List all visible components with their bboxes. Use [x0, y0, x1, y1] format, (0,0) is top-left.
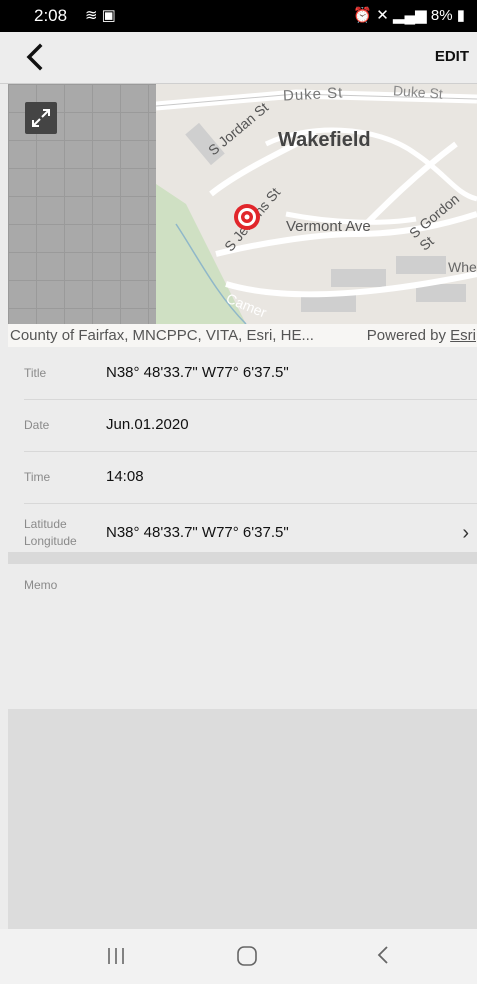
latlong-value: N38° 48'33.7" W77° 6'37.5": [106, 524, 289, 541]
battery-icon: ▮: [456, 7, 465, 24]
home-icon[interactable]: [236, 945, 258, 967]
map-label-duke-st: Duke St: [282, 84, 344, 105]
signal-icon: ▂▄▆: [393, 7, 427, 24]
powered-by-label: Powered by: [366, 327, 446, 344]
map-label-vermont-ave: Vermont Ave: [286, 218, 371, 235]
map-canvas: [156, 84, 477, 324]
map-view[interactable]: Duke St Duke St Wakefield S Jordan St S …: [8, 84, 477, 347]
app-bar: EDIT: [0, 32, 477, 84]
location-marker-icon: [234, 204, 260, 230]
map-attribution: County of Fairfax, MNCPPC, VITA, Esri, H…: [8, 324, 477, 347]
latitude-label: Latitude: [24, 517, 67, 531]
memo-label: Memo: [24, 578, 58, 592]
chevron-left-icon: [26, 43, 43, 71]
date-label: Date: [24, 418, 50, 432]
alarm-icon: ⏰: [353, 7, 373, 24]
mute-icon: ✕: [376, 7, 389, 24]
time-value: 14:08: [106, 468, 144, 485]
memo-section[interactable]: Memo: [8, 564, 477, 709]
longitude-label: Longitude: [24, 534, 77, 548]
title-row: Title N38° 48'33.7" W77° 6'37.5": [24, 348, 477, 400]
map-tiles-loading: [8, 84, 156, 324]
details-list: Title N38° 48'33.7" W77° 6'37.5" Date Ju…: [8, 348, 477, 562]
battery-percent: 8%: [430, 7, 453, 24]
expand-icon: [32, 109, 50, 127]
status-left-icons: ≋▣: [85, 6, 120, 24]
map-label-wakefield: Wakefield: [278, 129, 371, 151]
wifi-hotspot-icon: ≋: [85, 7, 102, 24]
time-label: Time: [24, 470, 51, 484]
status-time: 2:08: [34, 6, 68, 25]
map-label-wh: Whe: [448, 259, 477, 275]
latlong-label: Latitude Longitude: [24, 516, 77, 550]
title-value: N38° 48'33.7" W77° 6'37.5": [106, 364, 289, 381]
empty-area: [8, 709, 477, 929]
back-button[interactable]: [20, 40, 54, 74]
recent-apps-icon[interactable]: [105, 945, 127, 967]
section-divider: [8, 552, 477, 564]
status-right: ⏰ ✕ ▂▄▆ 8% ▮: [353, 6, 465, 24]
powered-by: Powered by Esri: [367, 327, 476, 344]
esri-link[interactable]: Esri: [450, 327, 476, 344]
time-row: Time 14:08: [24, 452, 477, 504]
nav-back-icon[interactable]: [372, 943, 394, 967]
system-nav-bar: [0, 929, 477, 984]
expand-button[interactable]: [25, 102, 57, 134]
date-row: Date Jun.01.2020: [24, 400, 477, 452]
attribution-text: County of Fairfax, MNCPPC, VITA, Esri, H…: [10, 327, 314, 344]
edit-button[interactable]: EDIT: [435, 48, 469, 65]
chevron-right-icon: ›: [462, 522, 469, 544]
title-label: Title: [24, 366, 47, 380]
date-value: Jun.01.2020: [106, 416, 189, 433]
image-icon: ▣: [101, 7, 120, 24]
status-bar: 2:08 ≋▣ ⏰ ✕ ▂▄▆ 8% ▮: [0, 0, 477, 32]
